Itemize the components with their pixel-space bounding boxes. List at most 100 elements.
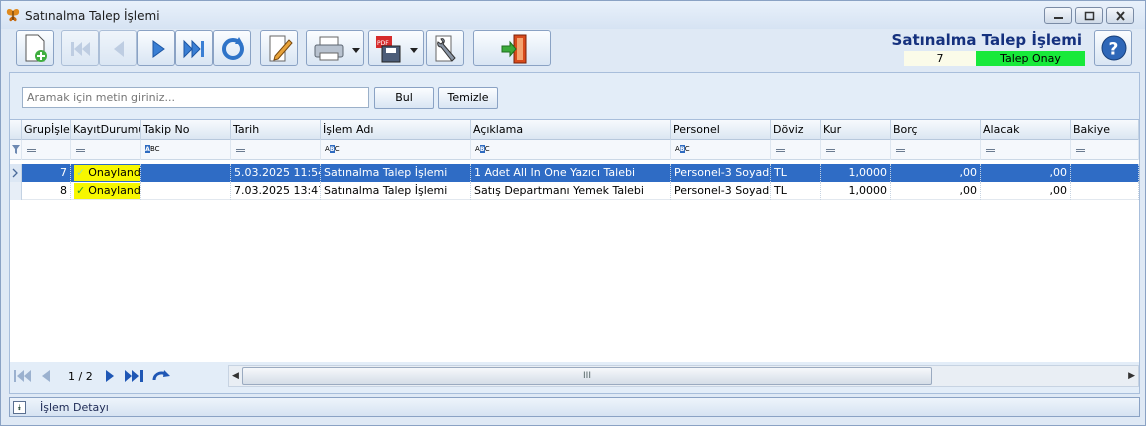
prev-page-icon[interactable] bbox=[40, 368, 52, 384]
edit-button[interactable] bbox=[260, 30, 298, 66]
page-title: Satınalma Talep İşlemi bbox=[891, 31, 1082, 49]
column-header-takip[interactable]: Takip No bbox=[141, 120, 231, 140]
filter-durum[interactable] bbox=[71, 140, 141, 160]
next-page-icon[interactable] bbox=[104, 368, 116, 384]
printer-icon bbox=[314, 36, 360, 61]
funnel-icon bbox=[12, 145, 20, 154]
previous-icon bbox=[114, 41, 124, 57]
help-button[interactable]: ? bbox=[1094, 30, 1132, 66]
filter-indicator bbox=[10, 140, 22, 160]
minimize-button[interactable] bbox=[1044, 7, 1072, 24]
equals-icon bbox=[1076, 149, 1085, 150]
next-icon bbox=[152, 40, 165, 58]
scroll-thumb[interactable]: III bbox=[242, 367, 932, 385]
text-filter-icon: ABC bbox=[475, 145, 490, 153]
cell-grup: 8 bbox=[22, 182, 71, 200]
wrench-icon bbox=[435, 35, 456, 62]
minimize-icon bbox=[1054, 17, 1063, 19]
settings-button[interactable] bbox=[426, 30, 464, 66]
filter-takip[interactable]: ABC bbox=[141, 140, 231, 160]
next-record-button[interactable] bbox=[137, 30, 175, 66]
column-header-durum[interactable]: KayıtDurumu bbox=[71, 120, 141, 140]
cell-islem: Satınalma Talep İşlemi bbox=[321, 164, 471, 182]
last-page-icon[interactable] bbox=[124, 368, 146, 384]
cell-personel: Personel-3 Soyad bbox=[671, 164, 771, 182]
scroll-right-icon[interactable]: ▶ bbox=[1128, 371, 1135, 381]
column-header-personel[interactable]: Personel bbox=[671, 120, 771, 140]
column-header-aciklama[interactable]: Açıklama bbox=[471, 120, 671, 140]
cell-kur: 1,0000 bbox=[821, 182, 891, 200]
filter-tarih[interactable] bbox=[231, 140, 321, 160]
find-button[interactable]: Bul bbox=[374, 87, 434, 109]
exit-door-icon bbox=[501, 34, 527, 64]
filter-kur[interactable] bbox=[821, 140, 891, 160]
last-record-button[interactable] bbox=[175, 30, 213, 66]
cell-tarih: 7.03.2025 13:47: bbox=[231, 182, 321, 200]
cell-tarih: 5.03.2025 11:54: bbox=[231, 164, 321, 182]
cell-personel: Personel-3 Soyad bbox=[671, 182, 771, 200]
column-header-kur[interactable]: Kur bbox=[821, 120, 891, 140]
record-count: 7 bbox=[904, 51, 976, 66]
previous-record-button[interactable] bbox=[99, 30, 137, 66]
column-header-bakiye[interactable]: Bakiye bbox=[1071, 120, 1139, 140]
window-title: Satınalma Talep İşlemi bbox=[25, 9, 160, 23]
cell-borc: ,00 bbox=[891, 182, 981, 200]
cell-bakiye bbox=[1071, 182, 1139, 200]
column-header-tarih[interactable]: Tarih bbox=[231, 120, 321, 140]
filter-personel[interactable]: ABC bbox=[671, 140, 771, 160]
row-indicator bbox=[10, 164, 22, 182]
cell-doviz: TL bbox=[771, 182, 821, 200]
text-filter-icon: ABC bbox=[325, 145, 340, 153]
pdf-export-button[interactable]: PDF bbox=[368, 30, 424, 66]
equals-icon bbox=[826, 149, 835, 150]
refresh-button[interactable] bbox=[213, 30, 251, 66]
column-header-doviz[interactable]: Döviz bbox=[771, 120, 821, 140]
column-header-borc[interactable]: Borç bbox=[891, 120, 981, 140]
refresh-page-icon[interactable] bbox=[151, 368, 171, 384]
filter-doviz[interactable] bbox=[771, 140, 821, 160]
cell-kur: 1,0000 bbox=[821, 164, 891, 182]
cell-aciklama: Satış Departmanı Yemek Talebi bbox=[471, 182, 671, 200]
column-header-alacak[interactable]: Alacak bbox=[981, 120, 1071, 140]
equals-icon bbox=[776, 149, 785, 150]
detail-title: İşlem Detayı bbox=[40, 401, 109, 414]
table-row[interactable]: 7 ✓ Onaylandı 5.03.2025 11:54: Satınalma … bbox=[10, 164, 1139, 182]
butterfly-icon bbox=[6, 8, 20, 22]
help-icon: ? bbox=[1101, 35, 1127, 61]
filter-alacak[interactable] bbox=[981, 140, 1071, 160]
first-page-icon[interactable] bbox=[13, 368, 33, 384]
horizontal-scrollbar[interactable]: ◀ III ▶ bbox=[228, 365, 1139, 387]
column-header-grup[interactable]: GrupİşlemNo bbox=[22, 120, 71, 140]
column-header-islem[interactable]: İşlem Adı bbox=[321, 120, 471, 140]
status-highlight: ✓ Onaylandı bbox=[74, 183, 140, 199]
cell-grup: 7 bbox=[22, 164, 71, 182]
scroll-left-icon[interactable]: ◀ bbox=[232, 371, 239, 381]
exit-button[interactable] bbox=[473, 30, 551, 66]
print-button[interactable] bbox=[306, 30, 364, 66]
filter-islem[interactable]: ABC bbox=[321, 140, 471, 160]
page-indicator: 1 / 2 bbox=[68, 370, 93, 383]
table-row[interactable]: 8 ✓ Onaylandı 7.03.2025 13:47: Satınalma … bbox=[10, 182, 1139, 200]
last-icon bbox=[183, 39, 204, 59]
equals-icon bbox=[986, 149, 995, 150]
check-icon: ✓ bbox=[76, 184, 86, 197]
maximize-button[interactable] bbox=[1075, 7, 1103, 24]
cell-durum: ✓ Onaylandı bbox=[71, 164, 141, 182]
filter-grup[interactable] bbox=[22, 140, 71, 160]
current-row-arrow-icon bbox=[12, 168, 18, 178]
close-button[interactable] bbox=[1106, 7, 1134, 24]
filter-bakiye[interactable] bbox=[1071, 140, 1139, 160]
filter-borc[interactable] bbox=[891, 140, 981, 160]
filter-aciklama[interactable]: ABC bbox=[471, 140, 671, 160]
detail-panel-header[interactable]: ⯯ İşlem Detayı bbox=[9, 397, 1140, 417]
cell-islem: Satınalma Talep İşlemi bbox=[321, 182, 471, 200]
close-icon bbox=[1116, 11, 1125, 21]
expand-down-icon[interactable]: ⯯ bbox=[13, 401, 26, 414]
data-grid: GrupİşlemNo KayıtDurumu Takip No Tarih İ… bbox=[10, 119, 1139, 362]
clear-button[interactable]: Temizle bbox=[438, 87, 498, 109]
search-input[interactable] bbox=[22, 87, 369, 108]
new-record-button[interactable] bbox=[16, 30, 54, 66]
cell-doviz: TL bbox=[771, 164, 821, 182]
check-icon: ✓ bbox=[76, 166, 86, 179]
first-record-button[interactable] bbox=[61, 30, 99, 66]
